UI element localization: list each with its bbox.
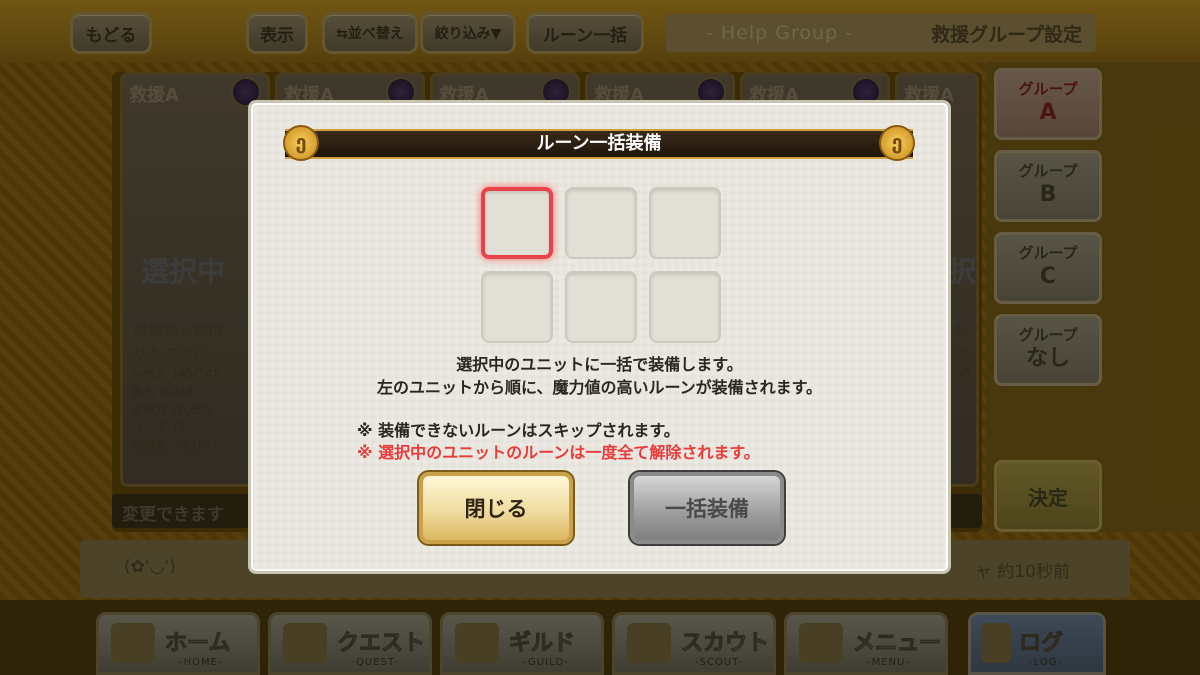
ornament-left-icon: ე (283, 125, 319, 161)
rune-slot-1[interactable] (481, 187, 553, 259)
rune-slot-4[interactable] (481, 271, 553, 343)
rune-bulk-equip-dialog: ルーン一括装備 ე ე 選択中のユニットに一括で装備します。 左のユニットから順… (248, 100, 951, 574)
ornament-right-icon: ე (879, 125, 915, 161)
dialog-title: ルーン一括装備 (285, 129, 913, 159)
rune-slot-5[interactable] (565, 271, 637, 343)
dialog-message-line2: 左のユニットから順に、魔力値の高いルーンが装備されます。 (376, 378, 823, 397)
rune-slot-2[interactable] (565, 187, 637, 259)
rune-slot-3[interactable] (649, 187, 721, 259)
dialog-note-skip: ※ 装備できないルーンはスキップされます。 (357, 421, 680, 440)
dialog-note-warning: ※ 選択中のユニットのルーンは一度全て解除されます。 (357, 443, 760, 462)
close-button[interactable]: 閉じる (419, 472, 573, 544)
equip-all-button[interactable]: 一括装備 (630, 472, 784, 544)
dialog-message-line1: 選択中のユニットに一括で装備します。 (456, 355, 743, 374)
rune-slot-6[interactable] (649, 271, 721, 343)
